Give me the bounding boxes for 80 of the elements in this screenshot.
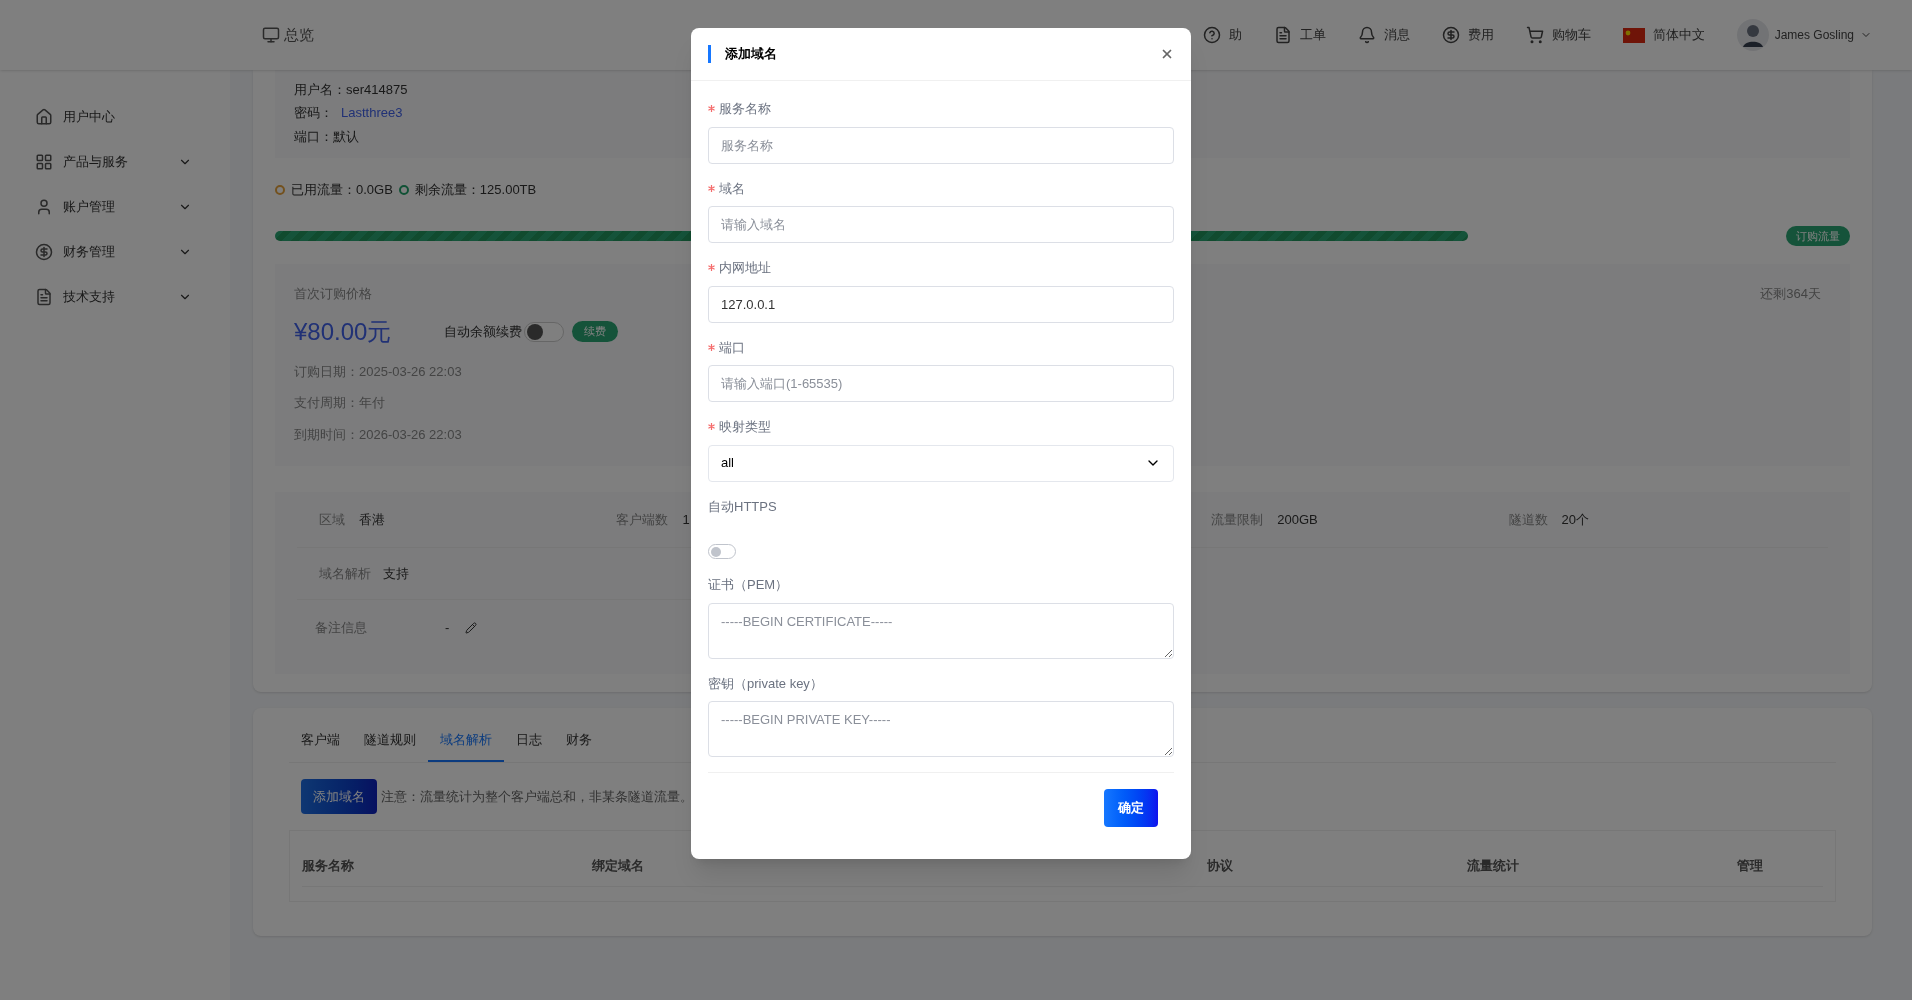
- price-amount: ¥80.00元: [294, 316, 393, 347]
- document-icon: [1273, 26, 1292, 44]
- password-link[interactable]: Lastthree3: [341, 103, 403, 123]
- home-icon: [35, 107, 53, 126]
- column-header: 流量统计: [1467, 857, 1520, 875]
- select-field[interactable]: all: [708, 444, 1174, 482]
- detail-label: 备注信息: [315, 619, 368, 638]
- tab[interactable]: 隧道规则: [352, 730, 428, 762]
- user-icon: [35, 197, 53, 216]
- home-link[interactable]: 总览: [262, 23, 314, 47]
- column-header: 协议: [1207, 857, 1234, 875]
- text-area[interactable]: -----BEGIN PRIVATE KEY-----: [708, 701, 1174, 757]
- bell-icon: [1357, 26, 1376, 44]
- sidebar-item[interactable]: 用户中心: [0, 105, 230, 128]
- info-label: 端口：: [294, 127, 333, 146]
- nav-link[interactable]: 费用: [1441, 25, 1494, 45]
- add-domain-button[interactable]: 添加域名: [301, 778, 377, 814]
- help-icon: [1202, 26, 1221, 44]
- tab[interactable]: 财务: [554, 730, 604, 762]
- input-field[interactable]: 服务名称: [708, 126, 1174, 164]
- info-label: 用户名：: [294, 80, 346, 99]
- field-label: 自动HTTPS: [708, 497, 777, 516]
- column-header: 管理: [1736, 857, 1764, 875]
- field-label: 域名: [719, 179, 745, 198]
- detail-value: 支持: [383, 564, 409, 583]
- nav-link[interactable]: 助: [1202, 25, 1242, 45]
- sidebar-item[interactable]: 产品与服务: [0, 150, 230, 173]
- column-header: 绑定域名: [592, 857, 645, 875]
- input-field[interactable]: 127.0.0.1: [708, 285, 1174, 323]
- info-label: 密码：: [294, 104, 333, 122]
- renew-button[interactable]: 续费: [572, 321, 618, 342]
- sidebar-item[interactable]: 账户管理: [0, 195, 230, 218]
- auto-renew-switch[interactable]: [524, 321, 564, 342]
- field-label: 端口: [719, 338, 745, 357]
- text-area[interactable]: -----BEGIN CERTIFICATE-----: [708, 602, 1174, 659]
- nav-link[interactable]: 购物车: [1525, 25, 1591, 45]
- title-accent: [708, 45, 711, 63]
- monitor-icon: [262, 26, 280, 44]
- flag-icon: [1622, 27, 1645, 43]
- detail-value: 20个: [1561, 510, 1590, 529]
- info-value: 默认: [333, 127, 359, 146]
- used-traffic: 已用流量：0.0GB: [291, 181, 393, 199]
- remaining-traffic: 剩余流量：125.00TB: [414, 181, 537, 199]
- dialog-title: 添加域名: [725, 45, 777, 64]
- notice-text: 注意：流量统计为整个客户端总和，非某条隧道流量。: [381, 787, 693, 806]
- edit-icon[interactable]: [465, 622, 478, 634]
- tab[interactable]: 客户端: [289, 730, 352, 762]
- detail-value: 1: [682, 510, 690, 529]
- nav-link[interactable]: 消息: [1357, 25, 1410, 45]
- info-value: ser414875: [346, 80, 408, 99]
- grid-icon: [35, 152, 53, 171]
- toggle-switch[interactable]: [708, 544, 736, 559]
- field-label: 内网地址: [719, 259, 771, 277]
- input-field[interactable]: 请输入域名: [708, 206, 1174, 243]
- field-label: 密钥（private key）: [708, 674, 823, 693]
- input-field[interactable]: 请输入端口(1-65535): [708, 365, 1174, 402]
- detail-value: 200GB: [1277, 510, 1318, 529]
- close-icon[interactable]: [1160, 47, 1174, 61]
- cart-icon: [1525, 26, 1544, 44]
- sidebar-item[interactable]: 财务管理: [0, 240, 230, 263]
- dollar-icon: [35, 242, 53, 261]
- dollar-icon: [1441, 26, 1460, 44]
- document-icon: [35, 287, 53, 306]
- nav-link[interactable]: 工单: [1273, 25, 1326, 45]
- auto-renew-label: 自动余额续费: [444, 322, 522, 341]
- field-label: 证书（PEM）: [708, 576, 789, 594]
- confirm-button[interactable]: 确定: [1104, 789, 1158, 827]
- detail-value: 香港: [359, 510, 385, 529]
- tab[interactable]: 域名解析: [428, 730, 504, 762]
- field-label: 映射类型: [719, 418, 771, 436]
- column-header: 服务名称: [302, 857, 355, 875]
- select-value: all: [721, 454, 734, 473]
- detail-value: -: [445, 619, 450, 638]
- user-menu[interactable]: James Gosling: [1736, 19, 1872, 51]
- language-link[interactable]: 简体中文: [1652, 25, 1705, 45]
- buy-traffic-button[interactable]: 订购流量: [1786, 225, 1850, 246]
- field-label: 服务名称: [719, 100, 771, 118]
- tab[interactable]: 日志: [504, 730, 554, 762]
- sidebar-item[interactable]: 技术支持: [0, 285, 230, 308]
- avatar-icon: [1736, 19, 1769, 51]
